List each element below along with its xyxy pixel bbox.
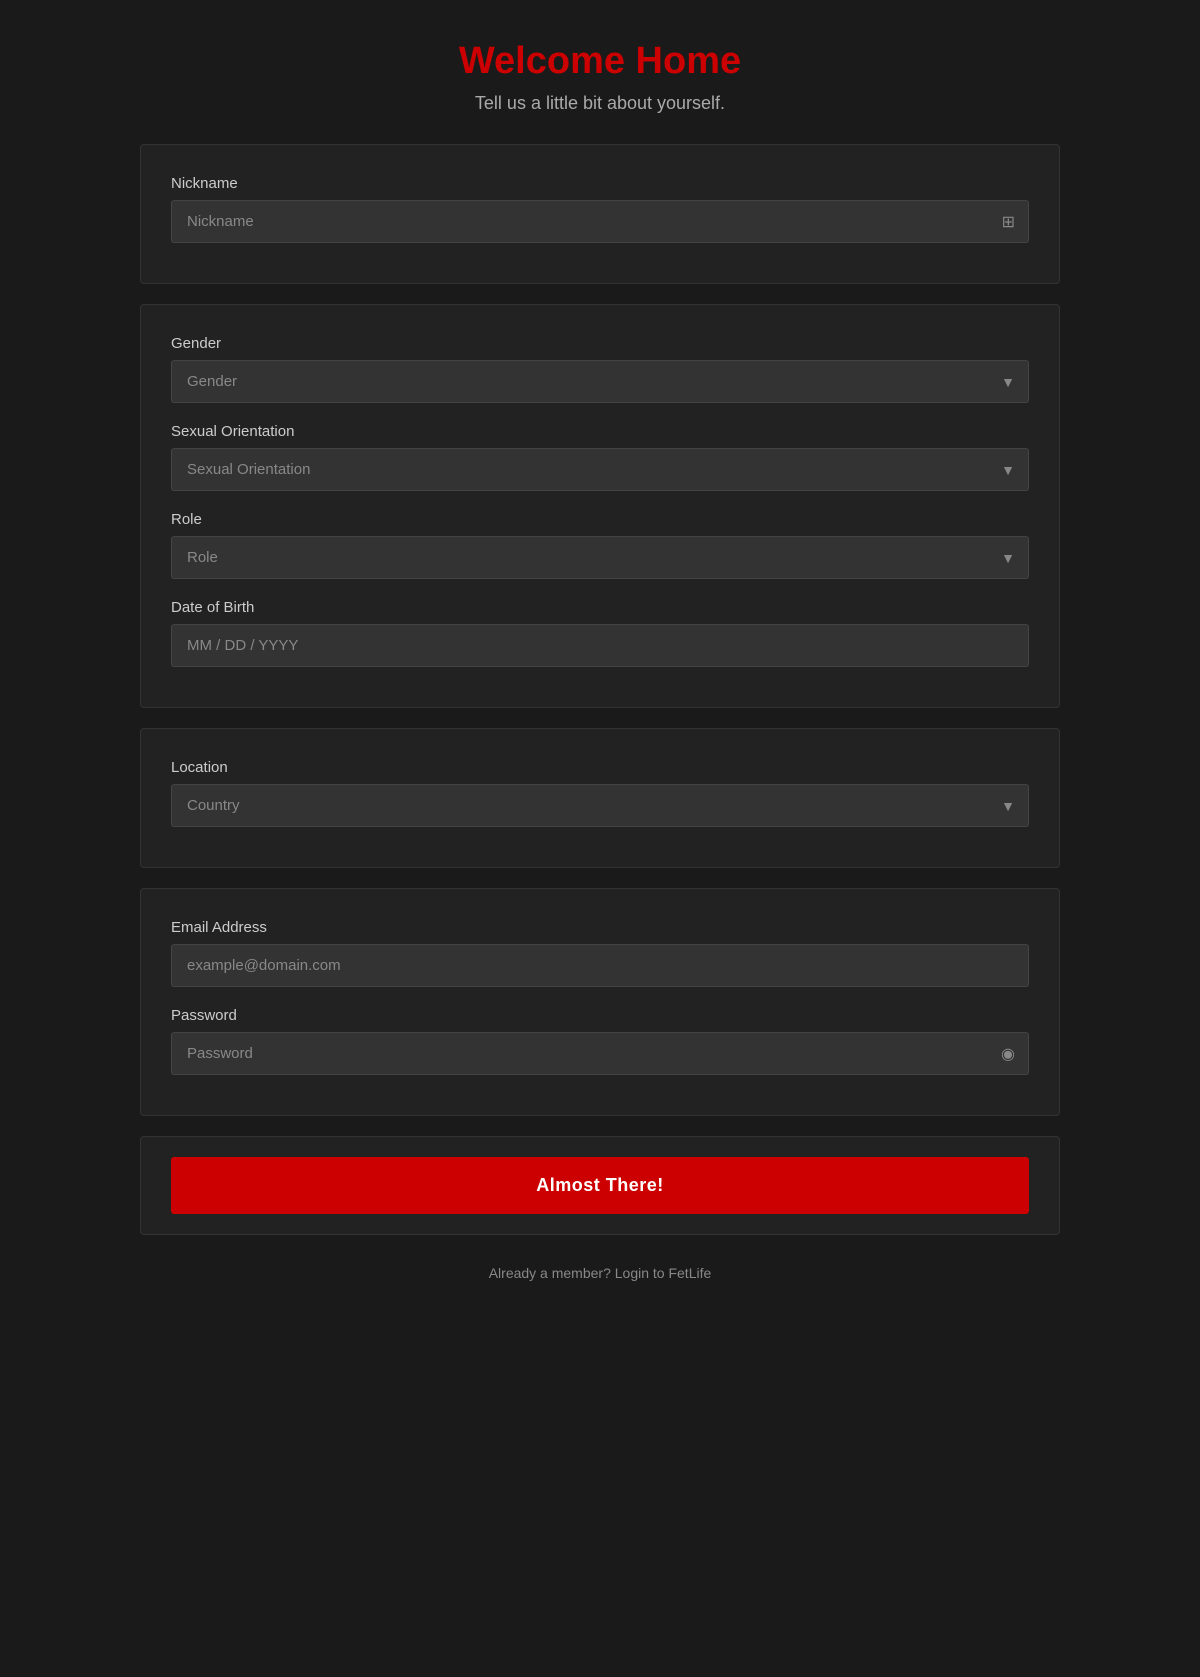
dob-field-group: Date of Birth: [171, 599, 1029, 667]
password-input[interactable]: [171, 1032, 1029, 1075]
page-container: Welcome Home Tell us a little bit about …: [140, 40, 1060, 1281]
email-field-group: Email Address: [171, 919, 1029, 987]
page-subtitle: Tell us a little bit about yourself.: [459, 93, 741, 114]
nickname-field-group: Nickname ⊞: [171, 175, 1029, 243]
location-card: Location Country United States United Ki…: [140, 728, 1060, 868]
submit-button[interactable]: Almost There!: [171, 1157, 1029, 1214]
profile-card: Gender Gender Male Female Non-binary Oth…: [140, 304, 1060, 708]
password-input-wrapper: ◉: [171, 1032, 1029, 1075]
country-select[interactable]: Country United States United Kingdom Can…: [171, 784, 1029, 827]
location-label: Location: [171, 759, 1029, 776]
gender-field-group: Gender Gender Male Female Non-binary Oth…: [171, 335, 1029, 403]
page-title: Welcome Home: [459, 40, 741, 83]
dob-input[interactable]: [171, 624, 1029, 667]
nickname-input[interactable]: [171, 200, 1029, 243]
gender-select-wrapper: Gender Male Female Non-binary Other ▼: [171, 360, 1029, 403]
login-link[interactable]: Already a member? Login to FetLife: [489, 1265, 712, 1281]
submit-card: Almost There!: [140, 1136, 1060, 1235]
role-select[interactable]: Role Dominant Submissive Switch Other: [171, 536, 1029, 579]
password-field-group: Password ◉: [171, 1007, 1029, 1075]
email-label: Email Address: [171, 919, 1029, 936]
sexual-orientation-select-wrapper: Sexual Orientation Straight Gay Bisexual…: [171, 448, 1029, 491]
country-select-wrapper: Country United States United Kingdom Can…: [171, 784, 1029, 827]
nickname-label: Nickname: [171, 175, 1029, 192]
page-header: Welcome Home Tell us a little bit about …: [459, 40, 741, 114]
nickname-card: Nickname ⊞: [140, 144, 1060, 284]
footer-link: Already a member? Login to FetLife: [489, 1265, 712, 1281]
gender-select[interactable]: Gender Male Female Non-binary Other: [171, 360, 1029, 403]
email-input[interactable]: [171, 944, 1029, 987]
sexual-orientation-label: Sexual Orientation: [171, 423, 1029, 440]
credentials-card: Email Address Password ◉: [140, 888, 1060, 1116]
nickname-input-wrapper: ⊞: [171, 200, 1029, 243]
role-field-group: Role Role Dominant Submissive Switch Oth…: [171, 511, 1029, 579]
password-label: Password: [171, 1007, 1029, 1024]
gender-label: Gender: [171, 335, 1029, 352]
dob-label: Date of Birth: [171, 599, 1029, 616]
role-label: Role: [171, 511, 1029, 528]
sexual-orientation-select[interactable]: Sexual Orientation Straight Gay Bisexual…: [171, 448, 1029, 491]
sexual-orientation-field-group: Sexual Orientation Sexual Orientation St…: [171, 423, 1029, 491]
role-select-wrapper: Role Dominant Submissive Switch Other ▼: [171, 536, 1029, 579]
location-field-group: Location Country United States United Ki…: [171, 759, 1029, 827]
